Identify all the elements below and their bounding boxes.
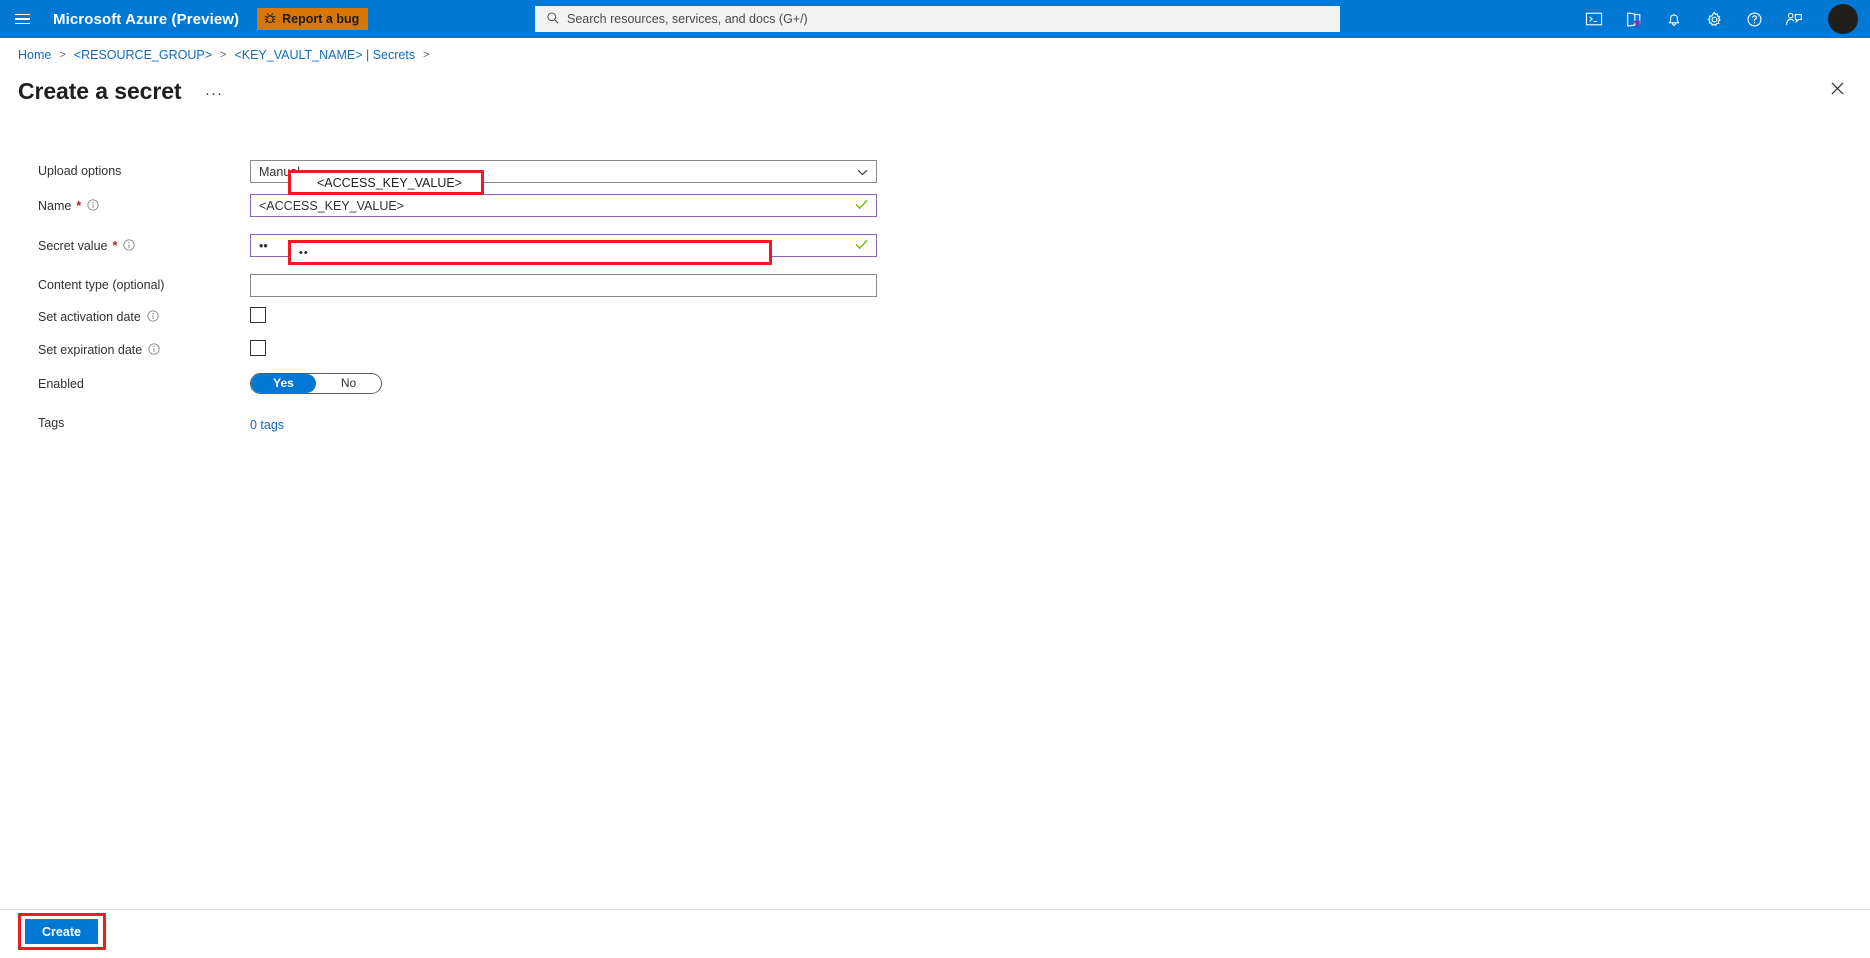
create-secret-form: Upload options Manual Name * <ACCESS_KEY…: [0, 160, 1870, 442]
breadcrumb-item-key-vault-secrets[interactable]: <KEY_VAULT_NAME> | Secrets: [234, 48, 415, 62]
azure-brand-title[interactable]: Microsoft Azure (Preview): [53, 11, 239, 28]
required-asterisk: *: [76, 199, 82, 213]
name-field-annotation-box: <ACCESS_KEY_VALUE>: [288, 170, 484, 195]
form-row-content-type: Content type (optional): [0, 274, 1870, 307]
enabled-toggle[interactable]: Yes No: [250, 373, 382, 394]
content-type-field: [250, 274, 877, 297]
settings-gear-icon[interactable]: [1694, 0, 1734, 38]
chevron-down-icon: [857, 165, 868, 179]
name-input[interactable]: [251, 195, 876, 216]
set-expiration-date-field: [250, 340, 877, 356]
report-a-bug-button[interactable]: Report a bug: [257, 8, 369, 30]
info-icon[interactable]: [147, 310, 159, 325]
create-button[interactable]: Create: [25, 919, 98, 944]
form-row-set-expiration-date: Set expiration date: [0, 340, 1870, 373]
breadcrumb: Home > <RESOURCE_GROUP> > <KEY_VAULT_NAM…: [18, 48, 438, 62]
help-question-icon[interactable]: [1734, 0, 1774, 38]
form-row-upload-options: Upload options Manual: [0, 160, 1870, 194]
name-field: [250, 194, 877, 217]
info-icon[interactable]: [87, 199, 99, 214]
top-bar-icon-group: [1574, 0, 1858, 38]
breadcrumb-separator-trailing: >: [423, 49, 430, 61]
user-avatar[interactable]: [1828, 4, 1858, 34]
global-search-container: [535, 6, 1340, 32]
form-row-secret-value: Secret value *: [0, 234, 1870, 274]
set-expiration-date-checkbox[interactable]: [250, 340, 266, 356]
secret-value-annotation-text: ••: [299, 246, 309, 259]
form-row-tags: Tags 0 tags: [0, 412, 1870, 442]
tags-field: 0 tags: [250, 412, 877, 434]
hamburger-menu-icon[interactable]: [0, 0, 44, 38]
breadcrumb-item-home[interactable]: Home: [18, 48, 51, 62]
report-a-bug-label: Report a bug: [282, 12, 360, 26]
top-navigation-bar: Microsoft Azure (Preview) Report a bug: [0, 0, 1870, 38]
required-asterisk: *: [112, 239, 118, 253]
breadcrumb-separator: >: [59, 49, 66, 61]
set-activation-date-checkbox[interactable]: [250, 307, 266, 323]
cloud-shell-icon[interactable]: [1574, 0, 1614, 38]
search-input[interactable]: [535, 6, 1340, 32]
notifications-bell-icon[interactable]: [1654, 0, 1694, 38]
more-options-ellipsis[interactable]: ···: [205, 85, 223, 102]
set-activation-date-label: Set activation date: [0, 307, 250, 325]
directory-filter-icon[interactable]: [1614, 0, 1654, 38]
enabled-toggle-yes[interactable]: Yes: [251, 374, 316, 393]
name-input-wrapper: [250, 194, 877, 217]
form-row-set-activation-date: Set activation date: [0, 307, 1870, 340]
info-icon[interactable]: [148, 343, 160, 358]
set-activation-date-field: [250, 307, 877, 323]
bug-icon: [263, 11, 277, 28]
content-type-input[interactable]: [250, 274, 877, 297]
breadcrumb-separator: >: [220, 49, 227, 61]
secret-value-label: Secret value *: [0, 234, 250, 254]
tags-count-link[interactable]: 0 tags: [250, 418, 284, 432]
footer-separator: [0, 909, 1870, 910]
tags-label: Tags: [38, 416, 65, 430]
upload-options-label: Upload options: [38, 164, 122, 178]
info-icon[interactable]: [123, 239, 135, 254]
content-type-label: Content type (optional): [38, 278, 165, 292]
enabled-field: Yes No: [250, 373, 877, 394]
close-icon[interactable]: [1826, 77, 1848, 99]
set-expiration-date-label: Set expiration date: [0, 340, 250, 358]
enabled-toggle-no[interactable]: No: [316, 374, 381, 393]
breadcrumb-item-resource-group[interactable]: <RESOURCE_GROUP>: [74, 48, 212, 62]
name-label: Name *: [0, 194, 250, 214]
form-row-enabled: Enabled Yes No: [0, 373, 1870, 412]
page-title: Create a secret: [18, 78, 182, 104]
enabled-label: Enabled: [38, 377, 84, 391]
form-row-name: Name *: [0, 194, 1870, 234]
name-field-annotation-text: <ACCESS_KEY_VALUE>: [317, 175, 462, 190]
feedback-person-icon[interactable]: [1774, 0, 1814, 38]
secret-value-field-annotation-box: ••: [288, 240, 772, 265]
